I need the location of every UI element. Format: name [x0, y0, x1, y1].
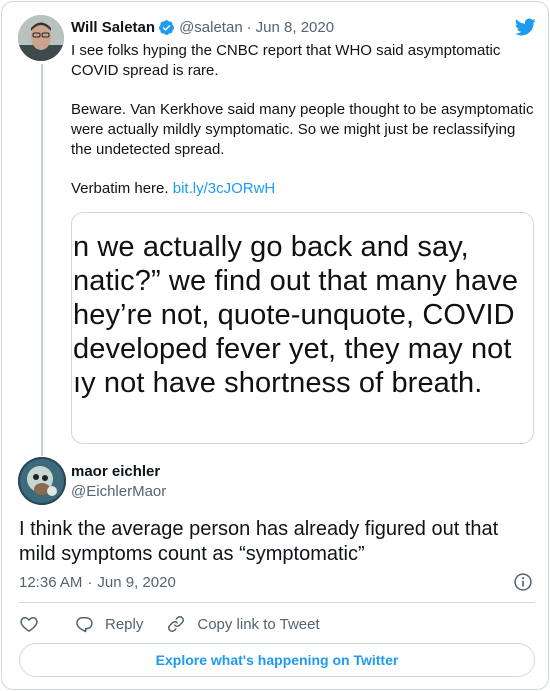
copy-link-button[interactable]: Copy link to Tweet: [166, 614, 320, 634]
media-text-line: hey’re not, quote-unquote, COVID: [73, 299, 515, 331]
reply-tweet-text: I think the average person has already f…: [19, 518, 499, 565]
reply-button[interactable]: Reply: [74, 614, 143, 634]
thread-connector-line: [41, 64, 43, 456]
link-icon: [168, 616, 185, 632]
verbatim-prefix: Verbatim here.: [71, 179, 169, 197]
reply-author-name[interactable]: maor eichler: [71, 463, 160, 480]
media-text-line: natic?” we find out that many have: [73, 265, 519, 297]
parent-tweet-header: Will Saletan @saletan · Jun 8, 2020: [71, 17, 334, 37]
separator-dot: ·: [246, 18, 252, 36]
embedded-tweet-card: Will Saletan @saletan · Jun 8, 2020 I se…: [1, 1, 549, 690]
divider: [19, 602, 535, 603]
tweet-media-image[interactable]: n we actually go back and say, natic?” w…: [71, 212, 534, 444]
avatar-maor-eichler[interactable]: [18, 457, 66, 505]
author-handle[interactable]: @saletan: [179, 19, 243, 36]
tweet-link[interactable]: bit.ly/3cJORwH: [173, 180, 276, 197]
verified-badge-icon: [159, 19, 174, 35]
media-text-line: ıy not have shortness of breath.: [73, 367, 483, 399]
reply-date[interactable]: Jun 9, 2020: [97, 574, 175, 591]
reply-tweet-timestamp[interactable]: 12:36 AM · Jun 9, 2020: [19, 574, 176, 591]
tweet-paragraph: Beware. Van Kerkhove said many people th…: [71, 101, 534, 158]
reply-label: Reply: [105, 615, 144, 633]
copy-link-label: Copy link to Tweet: [197, 615, 320, 633]
reply-bubble-icon: [76, 617, 93, 633]
tweet-paragraph-verbatim: Verbatim here. bit.ly/3cJORwH: [71, 179, 539, 199]
media-text-line: n we actually go back and say,: [73, 231, 469, 263]
reply-author-handle[interactable]: @EichlerMaor: [71, 483, 166, 500]
explore-twitter-button[interactable]: Explore what's happening on Twitter: [19, 643, 535, 677]
tweet-paragraph: I see folks hyping the CNBC report that …: [71, 42, 501, 79]
parent-tweet-text: I see folks hyping the CNBC report that …: [71, 41, 539, 199]
media-text-line: developed fever yet, they may not: [73, 333, 512, 365]
heart-icon: [20, 617, 38, 632]
avatar-will-saletan[interactable]: [18, 15, 64, 61]
twitter-bird-icon[interactable]: [513, 16, 537, 38]
separator-dot: ·: [87, 574, 93, 591]
tweet-date[interactable]: Jun 8, 2020: [256, 19, 334, 36]
reply-time[interactable]: 12:36 AM: [19, 574, 82, 591]
tweet-actions-bar: Reply Copy link to Tweet: [19, 612, 320, 636]
author-name[interactable]: Will Saletan: [71, 19, 155, 36]
like-button[interactable]: [19, 614, 39, 634]
info-icon[interactable]: [513, 572, 533, 592]
